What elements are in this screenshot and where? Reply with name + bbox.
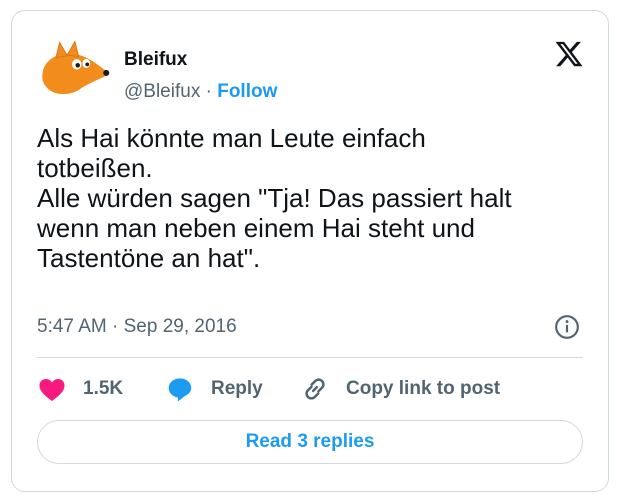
tweet-date: Sep 29, 2016 <box>123 316 237 337</box>
like-button[interactable]: 1.5K <box>37 373 123 405</box>
reply-button[interactable]: Reply <box>165 373 263 405</box>
handle-separator: · <box>205 81 212 102</box>
read-replies-label: Read 3 replies <box>245 431 375 452</box>
copy-link-label: Copy link to post <box>346 378 501 399</box>
author-handle[interactable]: @Bleifux <box>124 81 200 102</box>
tweet-line: Alle würden sagen "Tja! Das passiert hal… <box>37 183 512 213</box>
follow-button[interactable]: Follow <box>217 81 277 102</box>
tweet-card: Bleifux @Bleifux · Follow Als Hai könnte… <box>11 10 609 492</box>
reply-bubble-icon <box>168 378 192 402</box>
copy-link-button[interactable]: Copy link to post <box>300 373 500 405</box>
author-name[interactable]: Bleifux <box>124 49 187 71</box>
tweet-line: wenn man neben einem Hai steht und <box>37 213 475 243</box>
reply-label: Reply <box>211 378 263 399</box>
tweet-time: 5:47 AM <box>37 316 107 337</box>
link-icon <box>305 378 325 400</box>
tweet-line: Als Hai könnte man Leute einfach <box>37 123 426 153</box>
action-bar: 1.5K Reply Copy link to post <box>37 373 597 405</box>
info-icon[interactable] <box>554 314 580 340</box>
fox-avatar-icon[interactable] <box>35 33 111 109</box>
meta-separator: · <box>112 316 119 337</box>
divider <box>37 357 583 358</box>
tweet-line: Tastentöne an hat". <box>37 243 261 273</box>
like-count: 1.5K <box>83 378 124 399</box>
x-logo-icon[interactable] <box>554 39 584 69</box>
author-handle-row: @Bleifux · Follow <box>124 81 277 103</box>
tweet-line: totbeißen. <box>37 153 153 183</box>
read-replies-button[interactable]: Read 3 replies <box>37 420 583 464</box>
tweet-text: Als Hai könnte man Leute einfach totbeiß… <box>37 123 597 273</box>
heart-icon <box>39 379 65 401</box>
tweet-timestamp[interactable]: 5:47 AM · Sep 29, 2016 <box>37 316 237 338</box>
